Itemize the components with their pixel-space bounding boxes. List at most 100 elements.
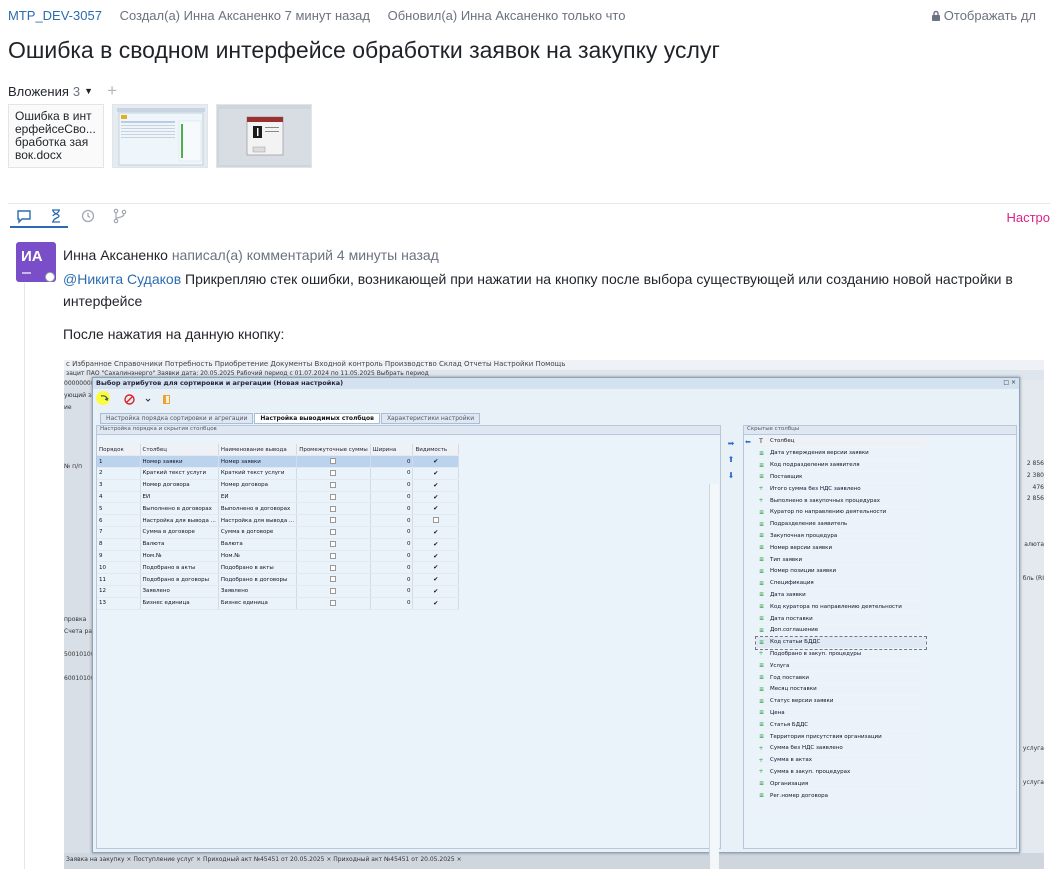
visibility-checkbox[interactable]: ✔ xyxy=(433,505,438,512)
list-item[interactable]: ≡ Статус версии заявки xyxy=(756,696,926,708)
tab-output-columns[interactable]: Настройка выводимых столбцов xyxy=(254,413,380,424)
col-header-output-name[interactable]: Наименование вывода xyxy=(218,444,298,457)
list-item[interactable]: ≡ Поставщик xyxy=(756,472,926,484)
list-item[interactable]: + Подобрано в закуп. процедуры xyxy=(756,649,926,661)
list-item[interactable]: ≡ Услуга xyxy=(756,660,926,673)
embedded-screenshot[interactable]: с Избранное Справочники Потребность Прио… xyxy=(64,360,1044,869)
table-row[interactable]: 2 Краткий текст услуги Краткий текст услуг… xyxy=(97,467,459,480)
table-row[interactable]: 7 Сумма в договоре Сумма в договоре 0 ✔ xyxy=(97,526,459,539)
hourglass-icon[interactable] xyxy=(48,208,64,224)
table-row[interactable]: 6 Настройка для вывода ... Настройка для в… xyxy=(97,514,459,528)
visibility-checkbox[interactable]: ✔ xyxy=(433,541,438,548)
user-mention-link[interactable]: @Никита Судаков xyxy=(63,271,181,287)
chevron-down-icon[interactable]: ▼ xyxy=(84,86,93,96)
list-item[interactable]: ≡ Закупочная процедура xyxy=(756,531,926,543)
visibility-checkbox[interactable]: ✔ xyxy=(433,482,438,489)
col-header-visibility[interactable]: Видимость xyxy=(412,444,459,457)
subtotal-checkbox[interactable] xyxy=(330,541,337,548)
table-row[interactable]: 4 ЕИ ЕИ 0 ✔ xyxy=(97,491,459,504)
visibility-checkbox[interactable]: ✔ xyxy=(433,458,438,465)
list-item[interactable]: ≡ Номер версии заявки xyxy=(756,542,926,555)
issue-key-link[interactable]: MTP_DEV-3057 xyxy=(8,8,102,23)
list-item[interactable]: ≡ Подразделение заявитель xyxy=(756,519,926,531)
table-row[interactable]: 10 Подобрано в акты Подобрано в акты 0 ✔ xyxy=(97,561,459,575)
list-item[interactable]: ≡ Статья БДДС xyxy=(756,719,926,732)
col-header-width[interactable]: Ширина xyxy=(370,444,414,457)
branch-icon[interactable] xyxy=(112,208,128,224)
move-up-icon[interactable]: ⬆ xyxy=(725,452,737,468)
vertical-scrollbar[interactable] xyxy=(709,484,719,869)
visibility-checkbox[interactable]: ✔ xyxy=(433,553,438,560)
issue-title[interactable]: Ошибка в сводном интерфейсе обработки за… xyxy=(8,37,720,64)
subtotal-checkbox[interactable] xyxy=(330,564,337,571)
move-left-icon[interactable]: ⬅ xyxy=(745,438,751,446)
table-row[interactable]: 8 Валюта Валюта 0 ✔ xyxy=(97,538,459,551)
chevron-down-icon[interactable] xyxy=(145,394,151,405)
subtotal-checkbox[interactable] xyxy=(330,493,337,500)
list-item[interactable]: + Выполнено в закупочных процедурах xyxy=(756,495,926,507)
list-item[interactable]: ≡ Тип заявки xyxy=(756,554,926,566)
table-row[interactable]: 3 Номер договора Номер договора 0 ✔ xyxy=(97,479,459,492)
table-row[interactable]: 11 Подобрано в договоры Подобрано в догово… xyxy=(97,573,459,587)
settings-link[interactable]: Настро xyxy=(1006,210,1050,225)
comment-icon[interactable] xyxy=(16,208,32,224)
subtotal-checkbox[interactable] xyxy=(330,470,337,477)
subtotal-checkbox[interactable] xyxy=(330,458,337,465)
subtotal-checkbox[interactable] xyxy=(330,529,337,536)
attachment-screenshot-2[interactable] xyxy=(216,104,312,168)
comment-author[interactable]: Инна Аксаненко xyxy=(63,247,168,263)
table-row[interactable]: 13 Бизнес единица Бизнес единица 0 ✔ xyxy=(97,597,459,610)
list-item[interactable]: ≡ Организация xyxy=(756,778,926,791)
subtotal-checkbox[interactable] xyxy=(330,517,337,524)
move-right-icon[interactable]: ➡ xyxy=(725,436,737,452)
subtotal-checkbox[interactable] xyxy=(330,505,337,512)
list-item[interactable]: ≡ Дата утверждения версии заявки xyxy=(756,448,926,460)
subtotal-checkbox[interactable] xyxy=(330,482,337,489)
list-item[interactable]: ≡ Спецификация xyxy=(756,578,926,590)
table-row[interactable]: 5 Выполнено в договорах Выполнено в догово… xyxy=(97,502,459,516)
visibility-checkbox[interactable]: ✔ xyxy=(433,588,438,595)
exit-icon[interactable] xyxy=(161,394,172,405)
list-item[interactable]: ≡ Код статьи БДДС xyxy=(755,635,927,650)
list-item[interactable]: + Сумма в закуп. процедурах xyxy=(756,767,926,779)
list-item[interactable]: ≡ Месяц поставки xyxy=(756,684,926,696)
visibility-checkbox[interactable] xyxy=(432,517,439,524)
subtotal-checkbox[interactable] xyxy=(330,552,337,559)
add-attachment-icon[interactable]: + xyxy=(107,81,117,101)
subtotal-checkbox[interactable] xyxy=(330,588,337,595)
list-item[interactable]: + Сумма в актах xyxy=(756,755,926,767)
move-down-icon[interactable]: ⬇ xyxy=(725,468,737,484)
col-header-column[interactable]: Столбец xyxy=(140,444,219,457)
list-item[interactable]: ≡ Номер позиции заявки xyxy=(756,566,926,578)
table-row[interactable]: 1 Номер заявки Номер заявки 0 ✔ xyxy=(97,455,459,469)
list-item[interactable]: ≡ Год поставки xyxy=(756,672,926,684)
dialog-window-controls[interactable]: □ × xyxy=(1003,379,1016,386)
list-item[interactable]: ≡ Рег.номер договора xyxy=(756,790,926,802)
list-item[interactable]: ≡ Код подразделения заявителя xyxy=(756,460,926,472)
tab-sort-aggregate[interactable]: Настройка порядка сортировки и агрегации xyxy=(100,413,254,424)
list-item[interactable]: ≡ Дата заявки xyxy=(756,590,926,602)
list-item[interactable]: + Итого сумма без НДС заявлено xyxy=(756,483,926,496)
tab-setting-properties[interactable]: Характеристики настройки xyxy=(380,413,481,424)
subtotal-checkbox[interactable] xyxy=(330,576,337,583)
subtotal-checkbox[interactable] xyxy=(330,600,337,606)
attachments-label[interactable]: Вложения xyxy=(8,84,69,99)
attachment-screenshot-1[interactable] xyxy=(112,104,208,168)
visibility-toggle[interactable]: Отображать дл xyxy=(931,8,1050,23)
table-row[interactable]: 12 Заявлено Заявлено 0 ✔ xyxy=(97,585,459,598)
list-item[interactable]: ≡ Дата поставки xyxy=(756,613,926,625)
list-item[interactable]: ≡ Куратор по направлению деятельности xyxy=(756,507,926,519)
cancel-icon[interactable] xyxy=(124,393,135,405)
list-item[interactable]: + Сумма без НДС заявлено xyxy=(756,743,926,755)
apply-icon[interactable] xyxy=(99,393,110,404)
col-header-order[interactable]: Порядок xyxy=(97,444,141,457)
visibility-checkbox[interactable]: ✔ xyxy=(433,470,438,477)
visibility-checkbox[interactable]: ✔ xyxy=(433,576,438,583)
visibility-checkbox[interactable]: ✔ xyxy=(433,494,438,501)
history-icon[interactable] xyxy=(80,208,96,224)
visibility-checkbox[interactable]: ✔ xyxy=(433,529,438,536)
table-row[interactable]: 9 Ном.№ Ном.№ 0 ✔ xyxy=(97,550,459,563)
list-item[interactable]: ≡ Доп.соглашение xyxy=(756,625,926,637)
list-item[interactable]: ≡ Территория присутствия организации xyxy=(756,731,926,743)
list-item[interactable]: ≡ Код куратора по направлению деятельност… xyxy=(756,601,926,614)
